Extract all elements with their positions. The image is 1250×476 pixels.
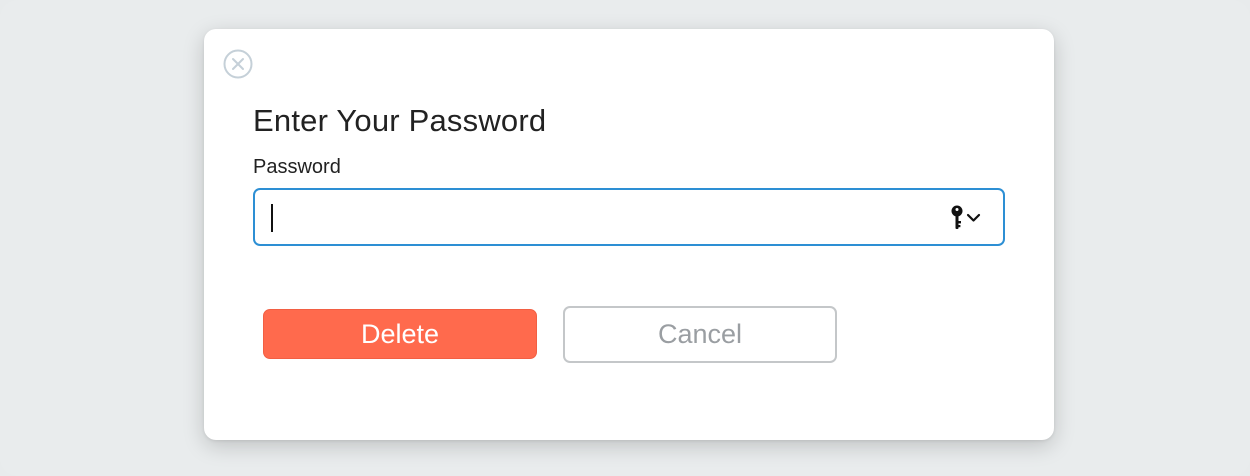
close-button[interactable] <box>223 49 253 79</box>
chevron-down-icon <box>966 213 981 222</box>
close-circle-icon <box>223 49 253 79</box>
key-icon <box>951 205 963 229</box>
delete-button[interactable]: Delete <box>263 309 537 359</box>
password-label: Password <box>253 156 341 178</box>
keychain-menu-button[interactable] <box>949 203 985 233</box>
dialog-title: Enter Your Password <box>253 103 547 138</box>
text-caret <box>271 204 273 232</box>
password-field[interactable] <box>253 188 1005 246</box>
password-dialog: Enter Your Password Password Delete Canc… <box>204 29 1054 440</box>
password-input[interactable] <box>269 198 933 238</box>
cancel-button[interactable]: Cancel <box>563 306 837 363</box>
